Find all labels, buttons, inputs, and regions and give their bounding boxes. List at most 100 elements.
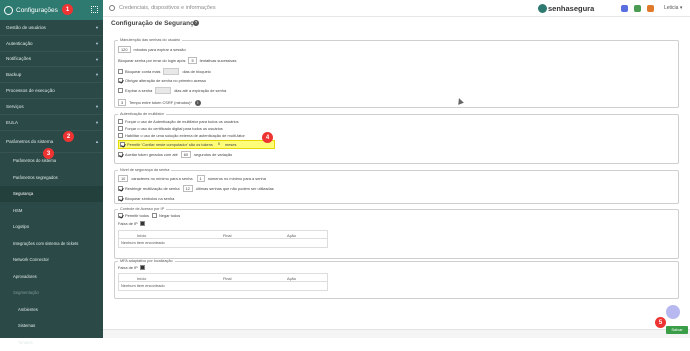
expire-password-checkbox[interactable] <box>118 88 123 93</box>
search-icon[interactable] <box>109 5 115 11</box>
info-icon[interactable]: i <box>194 99 201 106</box>
csrf-token-input[interactable]: 3 <box>118 99 127 106</box>
external-mfa-checkbox[interactable] <box>118 133 123 138</box>
sidebar-item-user-management[interactable]: Gestão de usuários ▼ <box>0 20 103 36</box>
ip-range-table: Início Final Ação Nenhum item encontrado <box>118 230 328 248</box>
mfa-section: Autenticação de multifator Forçar o uso … <box>114 112 679 164</box>
column-start: Início <box>137 232 147 238</box>
restrict-reuse-checkbox[interactable] <box>118 186 123 191</box>
sidebar-subitem-ticket-integrations[interactable]: Integrações com sistema de tickets <box>0 235 103 252</box>
sidebar-item-execution-processes[interactable]: Processos de execução <box>0 83 103 99</box>
sidebar-subitem-segregated-parameters[interactable]: Parâmetros segregados <box>0 169 103 186</box>
force-mfa-label: Forçar o uso de Autenticação de multifat… <box>125 119 239 124</box>
sidebar-item-eula[interactable]: EULA ▼ <box>0 115 103 131</box>
save-button[interactable]: Salvar <box>666 326 688 334</box>
allow-all-label: Permitir todos <box>125 213 149 218</box>
sidebar-item-notifications[interactable]: Notificações ▼ <box>0 52 103 68</box>
sidebar-subitem-label: Aprovadores <box>13 273 37 279</box>
step-badge-2: 2 <box>63 131 74 142</box>
sidebar-subitem-segmentation[interactable]: Segmentação <box>0 285 103 302</box>
chevron-down-icon: ▼ <box>95 25 99 30</box>
sidebar-item-label: EULA <box>6 119 19 125</box>
step-badge-3: 3 <box>43 148 54 159</box>
sidebar-subitem-label: Parâmetros segregados <box>13 174 58 180</box>
sidebar-subitem-network-connector[interactable]: Network Connector <box>0 252 103 269</box>
user-menu[interactable]: Leticia ▾ <box>664 5 682 11</box>
sidebar-subitem-systems[interactable]: Sistemas <box>0 318 103 335</box>
bell-icon[interactable] <box>647 5 654 12</box>
sidebar-subitem-logo[interactable]: Logotipo <box>0 219 103 236</box>
trust-computer-input[interactable]: 0 <box>215 141 222 148</box>
accept-token-input[interactable]: 60 <box>180 151 192 158</box>
sidebar-item-label: Parâmetros do sistema <box>6 138 54 144</box>
trust-computer-checkbox[interactable] <box>120 142 125 147</box>
help-icon[interactable]: ? <box>193 20 199 26</box>
sidebar-header[interactable]: Configurações <box>0 0 103 20</box>
force-change-checkbox[interactable] <box>118 78 123 83</box>
sidebar-subitem-label: Logotipo <box>13 224 30 230</box>
ip-range-label: Faixa de IP <box>118 265 138 270</box>
sidebar-item-authentication[interactable]: Autenticação ▼ <box>0 36 103 52</box>
block-attempts-label-pre: Bloquear senha por errar do login após <box>118 58 186 63</box>
section-legend: Nível de segurança da senha <box>118 168 172 172</box>
sidebar-subitem-tenants[interactable]: Tenants <box>0 334 103 351</box>
min-chars-input[interactable]: 10 <box>118 175 129 182</box>
restrict-reuse-label-post: últimas senhas que não podem ser utiliza… <box>195 186 274 191</box>
column-action: Ação <box>287 275 296 281</box>
allow-all-radio[interactable] <box>118 213 123 218</box>
section-legend: Autenticação de multifator <box>118 112 166 116</box>
sidebar-item-services[interactable]: Serviços ▼ <box>0 99 103 115</box>
sidebar-subitem-hsm[interactable]: HSM <box>0 202 103 219</box>
add-ip-range-icon[interactable] <box>139 221 145 226</box>
block-symbols-label: Bloquear símbolos na senha <box>125 196 175 201</box>
add-ip-range-icon[interactable] <box>139 265 145 270</box>
search-input[interactable]: Credenciais, dispositivos e informações <box>119 5 216 11</box>
apps-grid-icon[interactable] <box>91 6 98 13</box>
step-badge-1: 1 <box>62 4 73 15</box>
home-icon[interactable] <box>621 5 628 12</box>
restrict-reuse-label-pre: Restringir reutilização de senha <box>125 186 180 191</box>
sidebar-subitem-approvers[interactable]: Aprovadores <box>0 268 103 285</box>
force-certificate-checkbox[interactable] <box>118 126 123 131</box>
sidebar-subitem-environments[interactable]: Ambientes <box>0 301 103 318</box>
expire-password-label-pre: Expirar a senha <box>125 88 153 93</box>
block-attempts-input[interactable]: 5 <box>188 57 197 64</box>
accept-token-checkbox[interactable] <box>118 152 123 157</box>
force-certificate-label: Forçar o uso do certificado digital para… <box>125 126 223 131</box>
sidebar-item-backup[interactable]: Backup ▼ <box>0 67 103 84</box>
adaptive-ip-range-table: Início Final Ação Nenhum item encontrado <box>118 273 328 291</box>
deny-all-radio[interactable] <box>152 213 157 218</box>
session-expire-input[interactable]: 120 <box>118 46 131 53</box>
force-mfa-checkbox[interactable] <box>118 119 123 124</box>
ip-access-section: Controle de Acesso por IP Permitir todos… <box>114 207 679 259</box>
step-badge-5: 5 <box>655 317 666 328</box>
sidebar: Configurações Gestão de usuários ▼ Autent… <box>0 0 103 345</box>
accept-token-label-pre: Aceitar token gerados com até <box>125 152 178 157</box>
chevron-up-icon: ▲ <box>95 138 99 144</box>
expire-password-input[interactable] <box>155 87 172 94</box>
sidebar-item-label: Autenticação <box>6 40 33 46</box>
assistant-bulb-icon[interactable] <box>666 305 680 319</box>
block-symbols-checkbox[interactable] <box>118 196 123 201</box>
block-older-checkbox[interactable] <box>118 69 123 74</box>
block-attempts-label-post: tentativas sucessivas <box>199 58 237 63</box>
brand-name: senhasegura <box>548 4 595 13</box>
chevron-down-icon: ▼ <box>95 103 99 109</box>
min-numbers-label: números no mínimo para a senha <box>207 176 266 181</box>
block-older-label-pre: Bloquear conta mais <box>125 69 161 74</box>
block-older-input[interactable] <box>163 68 180 75</box>
step-badge-4: 4 <box>262 132 273 143</box>
block-older-label-post: dias de bloqueio <box>182 69 211 74</box>
chevron-down-icon: ▼ <box>95 119 99 125</box>
adaptive-mfa-section: MFA adaptativo por localização Faixa de … <box>114 259 679 299</box>
password-maintenance-section: Manutenção das senhas do usuário 120 minu… <box>114 38 679 108</box>
min-numbers-input[interactable]: 1 <box>196 175 205 182</box>
restrict-reuse-input[interactable]: 12 <box>182 185 193 192</box>
sidebar-item-label: Notificações <box>6 56 32 62</box>
apps-icon[interactable] <box>634 5 641 12</box>
sidebar-subitem-security[interactable]: Segurança <box>0 185 103 203</box>
section-legend: Manutenção das senhas do usuário <box>118 38 183 42</box>
table-empty-row: Nenhum item encontrado <box>121 240 165 245</box>
column-start: Início <box>137 275 147 281</box>
sidebar-subitem-label: Tenants <box>18 339 33 345</box>
